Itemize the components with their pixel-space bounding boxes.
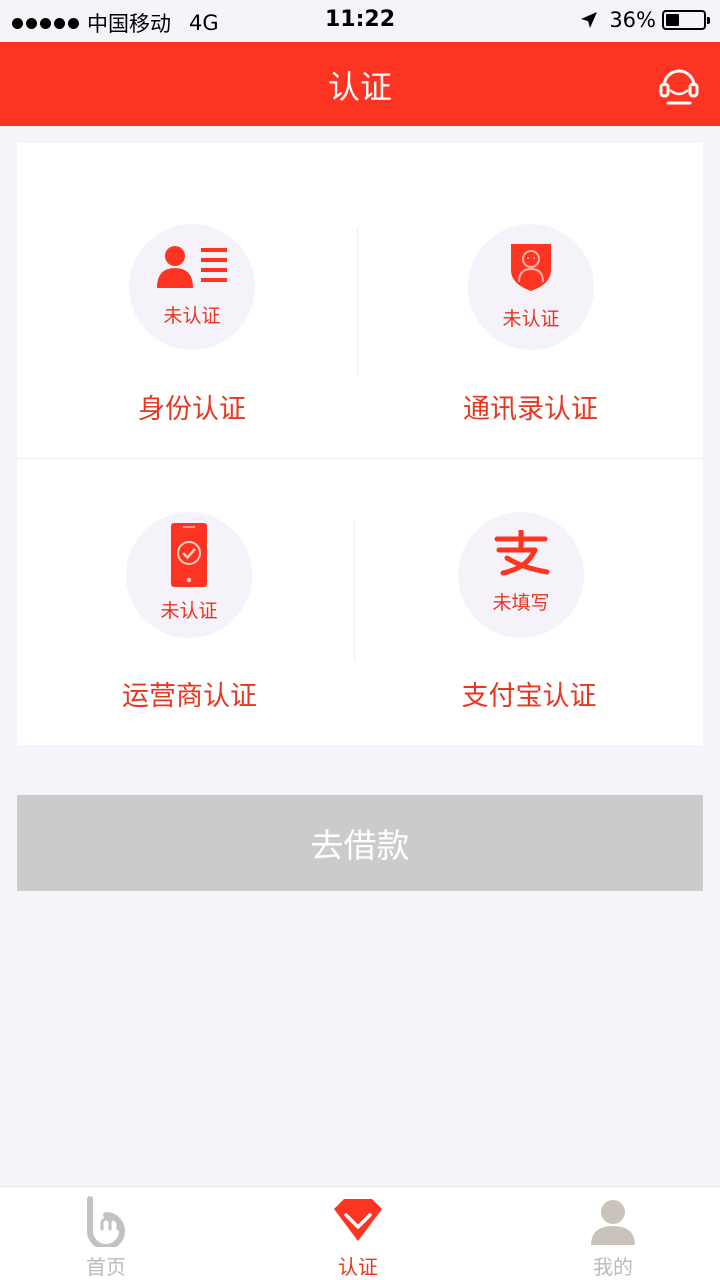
tab-home-label: 首页 — [86, 1255, 126, 1279]
shield-contact-icon — [511, 244, 551, 291]
page-title: 认证 — [327, 68, 392, 106]
identity-status: 未认证 — [163, 305, 221, 327]
tab-auth-label: 认证 — [338, 1255, 378, 1279]
contacts-icon-circle: 未认证 — [468, 224, 594, 350]
alipay-icon — [494, 530, 550, 576]
auth-item-identity[interactable]: 未认证 身份认证 — [17, 143, 357, 458]
carrier-icon-circle: 未认证 — [126, 512, 252, 638]
contacts-status: 未认证 — [502, 308, 560, 330]
auth-item-contacts[interactable]: 未认证 通讯录认证 — [358, 143, 703, 458]
auth-card: 未认证 身份认证 未认证 通讯录认证 未认证 运营商认证 未填写 支付宝认证 — [17, 143, 703, 745]
user-avatar-icon — [591, 1200, 635, 1245]
tab-bar: 首页 认证 我的 — [0, 1186, 720, 1280]
id-card-icon — [157, 246, 227, 288]
tab-auth[interactable]: 认证 — [298, 1187, 418, 1280]
identity-icon-circle: 未认证 — [129, 224, 255, 350]
auth-item-alipay[interactable]: 未填写 支付宝认证 — [355, 459, 703, 745]
identity-label: 身份认证 — [138, 394, 246, 425]
alipay-icon-circle: 未填写 — [458, 512, 584, 638]
headset-icon[interactable] — [658, 62, 700, 106]
alipay-label: 支付宝认证 — [461, 681, 597, 712]
tab-mine-label: 我的 — [593, 1255, 633, 1279]
battery-icon — [662, 10, 710, 30]
phone-check-icon — [171, 523, 207, 587]
home-logo-icon — [87, 1196, 125, 1247]
title-bar: 认证 — [0, 42, 720, 126]
status-right: 36% — [579, 8, 710, 32]
status-bar: 中国移动 4G 11:22 36% — [0, 0, 720, 42]
tab-home[interactable]: 首页 — [46, 1187, 166, 1280]
alipay-status: 未填写 — [492, 592, 550, 614]
carrier-label: 运营商认证 — [122, 681, 257, 712]
tab-mine[interactable]: 我的 — [553, 1187, 673, 1280]
loan-button[interactable]: 去借款 — [17, 795, 703, 891]
contacts-label: 通讯录认证 — [463, 394, 598, 425]
carrier-status: 未认证 — [160, 600, 218, 622]
auth-item-carrier[interactable]: 未认证 运营商认证 — [17, 459, 354, 745]
battery-fill — [666, 14, 679, 26]
gem-check-icon — [334, 1199, 382, 1241]
battery-percent: 36% — [609, 8, 656, 32]
location-arrow-icon — [581, 12, 598, 28]
